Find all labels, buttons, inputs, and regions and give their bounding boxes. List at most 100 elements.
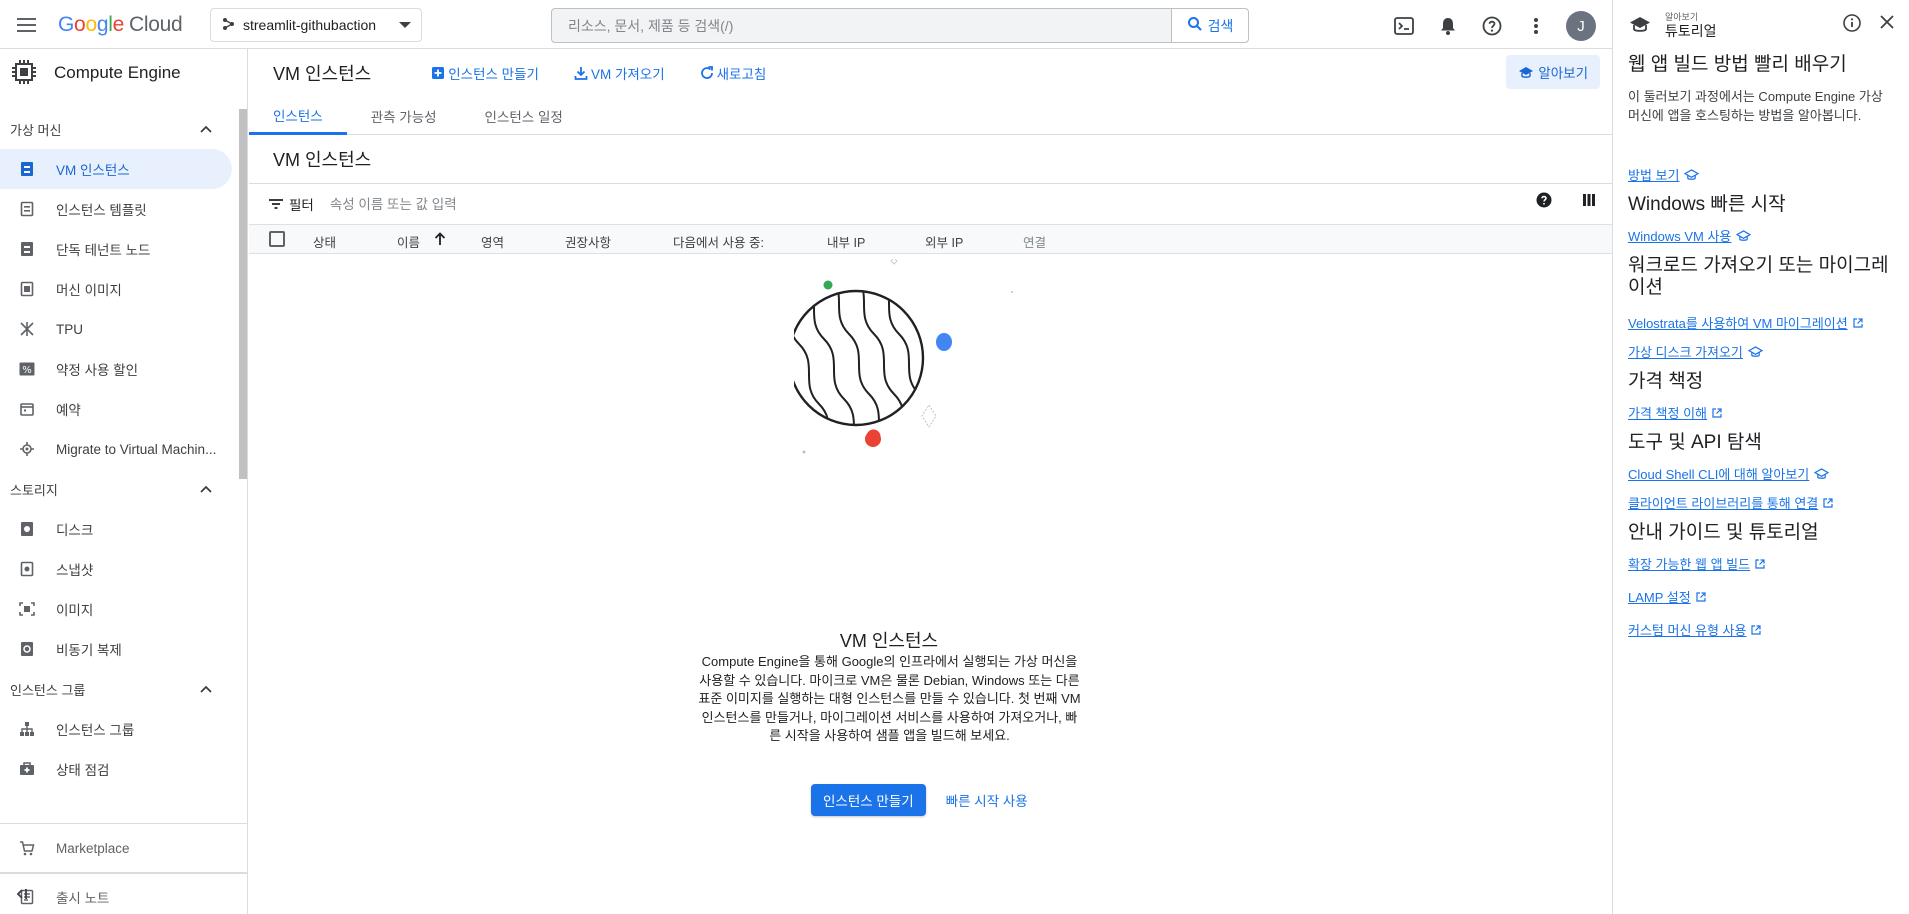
- collapse-sidebar-button[interactable]: [0, 873, 248, 914]
- machine-image-icon: [18, 280, 36, 298]
- tab-instances[interactable]: 인스턴스: [249, 97, 347, 135]
- learn-button[interactable]: 알아보기: [1506, 55, 1600, 89]
- sidebar-item-reservations[interactable]: 예약: [0, 389, 232, 429]
- sidebar-item-async-replication[interactable]: 비동기 복제: [0, 629, 232, 669]
- help-icon[interactable]: [1536, 192, 1552, 211]
- chevron-up-icon: [200, 685, 212, 693]
- link-cloud-shell[interactable]: Cloud Shell CLI에 대해 알아보기: [1628, 464, 1893, 483]
- sidebar-item-instance-templates[interactable]: 인스턴스 템플릿: [0, 189, 232, 229]
- use-quickstart-button[interactable]: 빠른 시작 사용: [946, 790, 1028, 810]
- product-title: Compute Engine: [54, 63, 181, 82]
- refresh-icon: [700, 66, 713, 79]
- cart-icon: [18, 839, 36, 857]
- section-label: 스토리지: [10, 482, 58, 498]
- link-lamp[interactable]: LAMP 설정: [1628, 587, 1893, 606]
- sidebar-item-label: VM 인스턴스: [56, 163, 130, 178]
- page-header: VM 인스턴스 인스턴스 만들기 VM 가져오기 새로고침 알아보기: [249, 49, 1612, 97]
- select-all-checkbox[interactable]: [269, 231, 285, 247]
- sidebar-item-machine-images[interactable]: 머신 이미지: [0, 269, 232, 309]
- percent-icon: %: [18, 360, 36, 378]
- main-menu-button[interactable]: [14, 12, 40, 38]
- sidebar: Compute Engine 가상 머신 VM 인스턴스 인스턴스 템플릿 단독…: [0, 49, 248, 914]
- sidebar-item-label: 인스턴스 템플릿: [56, 203, 147, 218]
- sidebar-item-images[interactable]: 이미지: [0, 589, 232, 629]
- sidebar-footer: Marketplace: [0, 823, 248, 872]
- sidebar-item-label: 비동기 복제: [56, 643, 122, 658]
- refresh-button[interactable]: 새로고침: [700, 63, 766, 83]
- link-custom-machine[interactable]: 커스텀 머신 유형 사용: [1628, 620, 1893, 639]
- link-scalable-web-app[interactable]: 확장 가능한 웹 앱 빌드: [1628, 554, 1893, 573]
- column-internal-ip[interactable]: 내부 IP: [827, 232, 865, 251]
- import-vm-button[interactable]: VM 가져오기: [574, 63, 665, 83]
- project-picker[interactable]: streamlit-githubaction: [210, 8, 422, 42]
- create-instance-primary-button[interactable]: 인스턴스 만들기: [811, 784, 926, 816]
- tutorial-intro: 이 둘러보기 과정에서는 Compute Engine 가상 머신에 앱을 호스…: [1628, 89, 1883, 123]
- sidebar-nav[interactable]: 가상 머신 VM 인스턴스 인스턴스 템플릿 단독 테넌트 노드 머신 이미지 …: [0, 109, 248, 824]
- tab-observability[interactable]: 관측 가능성: [347, 97, 461, 135]
- link-windows-vm[interactable]: Windows VM 사용: [1628, 226, 1893, 245]
- filter-label: 필터: [289, 198, 314, 213]
- tutorial-panel: 알아보기 튜토리얼 웹 앱 빌드 방법 빨리 배우기 이 둘러보기 과정에서는 …: [1612, 0, 1909, 914]
- sidebar-item-committed-use[interactable]: % 약정 사용 할인: [0, 349, 232, 389]
- search-input[interactable]: [552, 9, 1171, 42]
- column-in-use-by[interactable]: 다음에서 사용 중:: [673, 232, 764, 251]
- column-status[interactable]: 상태: [313, 232, 336, 251]
- empty-state-title: VM 인스턴스: [839, 631, 939, 651]
- sidebar-item-instance-groups[interactable]: 인스턴스 그룹: [0, 709, 232, 749]
- sidebar-item-migrate[interactable]: Migrate to Virtual Machin...: [0, 429, 232, 469]
- column-recommendations[interactable]: 권장사항: [565, 232, 611, 251]
- filter-button[interactable]: 필터: [269, 194, 314, 214]
- tab-instance-schedules[interactable]: 인스턴스 일정: [461, 97, 587, 135]
- avatar[interactable]: J: [1566, 11, 1596, 41]
- filter-input[interactable]: [329, 196, 830, 212]
- sidebar-item-marketplace[interactable]: Marketplace: [0, 824, 232, 872]
- school-icon: [1736, 229, 1752, 241]
- section-instance-groups[interactable]: 인스턴스 그룹: [0, 669, 248, 709]
- section-virtual-machines[interactable]: 가상 머신: [0, 109, 248, 149]
- link-label: 클라이언트 라이브러리를 통해 연결: [1628, 496, 1819, 511]
- more-vert-icon[interactable]: [1522, 12, 1550, 40]
- search-button-label: 검색: [1207, 17, 1234, 34]
- cloud-shell-icon[interactable]: [1390, 12, 1418, 40]
- column-display-icon[interactable]: [1582, 193, 1596, 210]
- sidebar-scrollbar[interactable]: [239, 109, 247, 479]
- close-icon[interactable]: [1879, 14, 1895, 35]
- sidebar-item-snapshots[interactable]: 스냅샷: [0, 549, 232, 589]
- google-cloud-logo[interactable]: Google Cloud: [58, 13, 183, 37]
- column-connect: 연결: [1023, 236, 1047, 250]
- sidebar-item-tpu[interactable]: TPU: [0, 309, 232, 349]
- sidebar-item-vm-instances[interactable]: VM 인스턴스: [0, 149, 232, 189]
- link-import-disk[interactable]: 가상 디스크 가져오기: [1628, 342, 1893, 361]
- school-icon: [1814, 467, 1830, 479]
- image-icon: [18, 600, 36, 618]
- column-name[interactable]: 이름: [397, 232, 446, 251]
- link-velostrata[interactable]: Velostrata를 사용하여 VM 마이그레이션: [1628, 313, 1893, 332]
- column-name-label: 이름: [397, 236, 421, 250]
- column-external-ip[interactable]: 외부 IP: [925, 232, 963, 251]
- sidebar-item-label: 인스턴스 그룹: [56, 723, 135, 738]
- column-zone[interactable]: 영역: [481, 232, 504, 251]
- section-storage[interactable]: 스토리지: [0, 469, 248, 509]
- table-header: 상태 이름 영역 권장사항 다음에서 사용 중: 내부 IP 외부 IP 연결: [249, 224, 1612, 254]
- link-show-how[interactable]: 방법 보기: [1628, 165, 1893, 184]
- project-icon: [221, 17, 235, 34]
- sidebar-item-sole-tenant-nodes[interactable]: 단독 테넌트 노드: [0, 229, 232, 269]
- help-icon[interactable]: [1478, 12, 1506, 40]
- filter-icon: [269, 199, 283, 209]
- section-label: 인스턴스 그룹: [10, 682, 86, 698]
- compute-engine-icon: [10, 58, 38, 89]
- info-icon[interactable]: [1843, 14, 1861, 35]
- create-instance-button[interactable]: 인스턴스 만들기: [431, 63, 539, 83]
- windows-heading: Windows 빠른 시작: [1628, 194, 1786, 215]
- link-client-library[interactable]: 클라이언트 라이브러리를 통해 연결: [1628, 493, 1893, 512]
- link-pricing[interactable]: 가격 책정 이해: [1628, 403, 1893, 422]
- notifications-icon[interactable]: [1434, 12, 1462, 40]
- sidebar-item-disks[interactable]: 디스크: [0, 509, 232, 549]
- panel-actions: [1843, 14, 1895, 35]
- add-box-icon: [432, 67, 445, 79]
- sidebar-item-health-checks[interactable]: 상태 점검: [0, 749, 232, 789]
- search-icon: [1187, 16, 1203, 35]
- menu-icon-line: [17, 18, 36, 20]
- calendar-icon: [18, 400, 36, 418]
- search-button[interactable]: 검색: [1171, 9, 1248, 42]
